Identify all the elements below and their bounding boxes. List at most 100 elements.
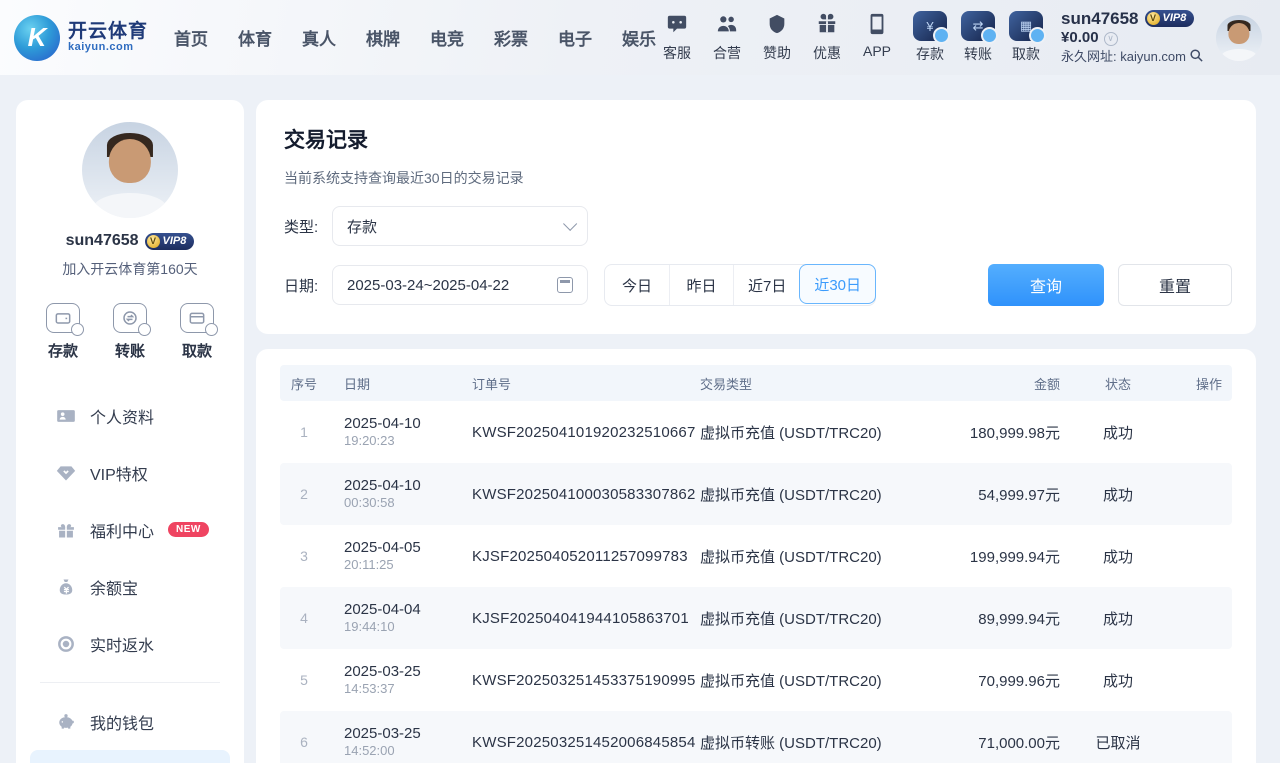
logo-k-icon: K: [14, 15, 60, 61]
cell-status: 成功: [1068, 422, 1168, 443]
nav-sports[interactable]: 体育: [238, 25, 272, 50]
vip-badge: V VIP8: [1145, 10, 1195, 27]
deposit-card-icon: ¥: [913, 11, 947, 41]
range-7days-button[interactable]: 近7日: [733, 265, 800, 305]
page-subtitle: 当前系统支持查询最近30日的交易记录: [284, 168, 1232, 188]
sidebar-item-yuebao[interactable]: 余额宝: [30, 558, 230, 615]
cell-order-number: KWSF202503251453375190995: [458, 672, 688, 689]
cell-type: 虚拟币充值 (USDT/TRC20): [688, 608, 938, 629]
date-range-input[interactable]: 2025-03-24~2025-04-22: [332, 265, 588, 305]
cell-seq: 2: [280, 486, 328, 502]
utility-label: APP: [863, 43, 891, 59]
main-nav: 首页 体育 真人 棋牌 电竞 彩票 电子 娱乐: [174, 25, 656, 50]
quick-action-label: 取款: [182, 340, 212, 361]
cell-date: 2025-03-2514:53:37: [328, 662, 458, 698]
sidebar-item-wallet[interactable]: 我的钱包: [30, 693, 230, 750]
app-download-button[interactable]: APP: [863, 13, 891, 63]
query-button[interactable]: 查询: [988, 264, 1104, 306]
cell-order-number: KJSF202504041944105863701: [458, 610, 688, 627]
type-select-value: 存款: [347, 216, 377, 237]
table-row: 1 2025-04-1019:20:23 KWSF202504101920232…: [280, 401, 1232, 463]
balance-refresh-icon[interactable]: ∨: [1104, 32, 1118, 46]
cell-date: 2025-04-1019:20:23: [328, 414, 458, 450]
sidebar-item-transactions[interactable]: 交易记录: [30, 750, 230, 763]
vip-gem-icon: [56, 463, 76, 483]
rebate-ring-icon: [56, 634, 76, 654]
partnership-button[interactable]: 合营: [713, 13, 741, 63]
column-header-action: 操作: [1168, 374, 1232, 393]
sponsorship-button[interactable]: 赞助: [763, 13, 791, 63]
cell-amount: 89,999.94元: [938, 608, 1068, 629]
transfer-card-icon: ⇄: [961, 11, 995, 41]
deposit-button[interactable]: ¥ 存款: [913, 11, 947, 64]
table-body: 1 2025-04-1019:20:23 KWSF202504101920232…: [280, 401, 1232, 763]
cell-seq: 6: [280, 734, 328, 750]
sidebar-item-rebate[interactable]: 实时返水: [30, 615, 230, 672]
customer-service-button[interactable]: 客服: [663, 13, 691, 63]
column-header-status: 状态: [1068, 374, 1168, 393]
utility-label: 合营: [713, 43, 741, 63]
sidebar-withdraw-button[interactable]: 取款: [180, 303, 214, 361]
gift-icon: [816, 13, 838, 40]
nav-lottery[interactable]: 彩票: [494, 25, 528, 50]
user-info-block: sun47658 V VIP8 ¥0.00 ∨ 永久网址: kaiyun.com: [1061, 8, 1204, 67]
transaction-filter-panel: 交易记录 当前系统支持查询最近30日的交易记录 类型: 存款 日期: 2025-…: [256, 100, 1256, 334]
bank-card-icon: [180, 303, 214, 333]
sidebar-deposit-button[interactable]: 存款: [46, 303, 80, 361]
brand-domain: kaiyun.com: [68, 42, 148, 54]
date-label: 日期:: [284, 275, 332, 296]
user-avatar[interactable]: [1216, 15, 1262, 61]
nav-home[interactable]: 首页: [174, 25, 208, 50]
menu-divider: [40, 682, 220, 683]
menu-label: 个人资料: [90, 404, 154, 428]
vip-shield-icon: V: [147, 235, 160, 248]
sidebar-item-welfare[interactable]: 福利中心 NEW: [30, 501, 230, 558]
chat-bubble-icon: [666, 13, 688, 40]
cell-status: 成功: [1068, 670, 1168, 691]
cell-amount: 70,999.96元: [938, 670, 1068, 691]
range-yesterday-button[interactable]: 昨日: [669, 265, 733, 305]
brand-name: 开云体育: [68, 22, 148, 42]
search-icon[interactable]: [1189, 48, 1204, 67]
reset-button[interactable]: 重置: [1118, 264, 1232, 306]
nav-esports[interactable]: 电竞: [430, 25, 464, 50]
profile-username: sun47658: [66, 232, 139, 250]
cell-order-number: KJSF202504052011257099783: [458, 548, 688, 565]
new-badge: NEW: [168, 522, 209, 537]
cell-seq: 3: [280, 548, 328, 564]
cell-type: 虚拟币充值 (USDT/TRC20): [688, 484, 938, 505]
menu-label: 我的钱包: [90, 710, 154, 734]
quick-action-label: 转账: [115, 340, 145, 361]
table-row: 6 2025-03-2514:52:00 KWSF202503251452006…: [280, 711, 1232, 763]
cell-amount: 199,999.94元: [938, 546, 1068, 567]
nav-live-casino[interactable]: 真人: [302, 25, 336, 50]
nav-entertainment[interactable]: 娱乐: [622, 25, 656, 50]
nav-slots[interactable]: 电子: [558, 25, 592, 50]
promotions-button[interactable]: 优惠: [813, 13, 841, 63]
sidebar-item-profile[interactable]: 个人资料: [30, 387, 230, 444]
cell-order-number: KWSF202504100030583307862: [458, 486, 688, 503]
cell-date: 2025-03-2514:52:00: [328, 724, 458, 760]
money-bag-icon: [56, 577, 76, 597]
quick-range-group: 今日 昨日 近7日 近30日: [604, 264, 876, 306]
cell-amount: 54,999.97元: [938, 484, 1068, 505]
vip-shield-icon: V: [1147, 12, 1160, 25]
cell-seq: 4: [280, 610, 328, 626]
cell-type: 虚拟币充值 (USDT/TRC20): [688, 670, 938, 691]
brand-logo[interactable]: K 开云体育 kaiyun.com: [14, 15, 148, 61]
nav-board-games[interactable]: 棋牌: [366, 25, 400, 50]
wallet-label: 存款: [916, 44, 944, 64]
table-row: 2 2025-04-1000:30:58 KWSF202504100030583…: [280, 463, 1232, 525]
column-header-type: 交易类型: [688, 374, 938, 393]
type-select[interactable]: 存款: [332, 206, 588, 246]
table-header-row: 序号 日期 订单号 交易类型 金额 状态 操作: [280, 365, 1232, 401]
range-30days-button[interactable]: 近30日: [799, 264, 876, 304]
sidebar-transfer-button[interactable]: 转账: [113, 303, 147, 361]
sidebar-item-vip[interactable]: VIP特权: [30, 444, 230, 501]
balance-amount: ¥0.00: [1061, 29, 1099, 48]
table-row: 4 2025-04-0419:44:10 KJSF202504041944105…: [280, 587, 1232, 649]
range-today-button[interactable]: 今日: [605, 265, 669, 305]
transfer-button[interactable]: ⇄ 转账: [961, 11, 995, 64]
withdraw-button[interactable]: ▦ 取款: [1009, 11, 1043, 64]
cell-date: 2025-04-0419:44:10: [328, 600, 458, 636]
